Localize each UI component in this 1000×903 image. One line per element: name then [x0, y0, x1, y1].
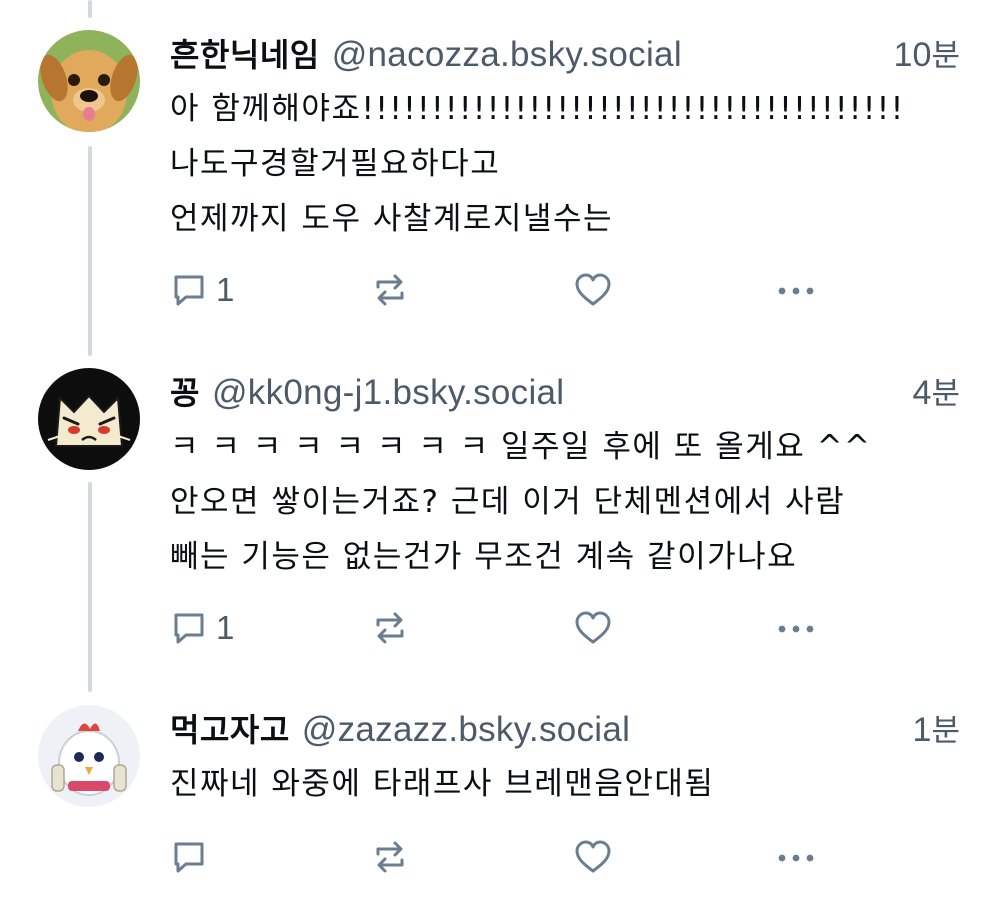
- post-text-line: 빼는 기능은 없는건가 무조건 계속 같이가나요: [170, 539, 798, 575]
- reply-icon: [174, 842, 204, 873]
- repost-button[interactable]: [370, 837, 418, 877]
- post-header: 흔한닉네임 @nacozza.bsky.social 10분: [170, 30, 960, 80]
- post-text-line: 나도구경할거필요하다고: [170, 146, 501, 182]
- puppy-avatar-icon: [38, 30, 140, 132]
- more-options-icon: [778, 287, 814, 295]
- repost-icon: [376, 612, 404, 644]
- post-header: 꽁 @kk0ng-j1.bsky.social 4분: [170, 368, 960, 418]
- heart-icon: [575, 840, 611, 873]
- repost-icon: [376, 841, 404, 873]
- avatar[interactable]: [38, 368, 140, 470]
- reply-count: 1: [216, 271, 235, 308]
- thread: 흔한닉네임 @nacozza.bsky.social 10분 아 함께해야죠!!!…: [0, 0, 1000, 903]
- avatar[interactable]: [38, 705, 140, 807]
- reply-button[interactable]: 1: [170, 270, 234, 310]
- display-name[interactable]: 꽁: [170, 374, 200, 412]
- post-text-line: 언제까지 도우 사찰계로지낼수는: [170, 201, 613, 237]
- post-text-line: 아 함께해야죠!!!!!!!!!!!!!!!!!!!!!!!!!!!!!!!!!…: [170, 91, 905, 127]
- heart-icon: [575, 273, 611, 306]
- reply-icon: [174, 613, 204, 644]
- timestamp-value: 4: [912, 374, 932, 412]
- post-text: 진짜네 와중에 타래프사 브레맨음안대됨: [170, 757, 960, 812]
- timestamp-value: 1: [912, 711, 932, 749]
- display-name[interactable]: 먹고자고: [170, 711, 290, 749]
- heart-icon: [575, 611, 611, 644]
- post-text-line: ㅋ ㅋ ㅋ ㅋ ㅋ ㅋ ㅋ ㅋ 일주일 후에 또 올게요 ^^: [170, 429, 872, 465]
- post-text: ㅋ ㅋ ㅋ ㅋ ㅋ ㅋ ㅋ ㅋ 일주일 후에 또 올게요 ^^ 안오면 쌓이는거…: [170, 420, 960, 585]
- post-item[interactable]: 흔한닉네임 @nacozza.bsky.social 10분 아 함께해야죠!!!…: [0, 30, 1000, 340]
- post-item[interactable]: 먹고자고 @zazazz.bsky.social 1분 진짜네 와중에 타래프사 …: [0, 705, 1000, 895]
- timestamp-unit: 분: [931, 38, 960, 74]
- avatar[interactable]: [38, 30, 140, 132]
- post-actions: [170, 837, 830, 877]
- reply-button[interactable]: 1: [170, 608, 234, 648]
- repost-button[interactable]: [370, 608, 418, 648]
- like-button[interactable]: [573, 837, 621, 877]
- like-button[interactable]: [573, 608, 621, 648]
- more-options-button[interactable]: [776, 270, 816, 310]
- post-actions: 1: [170, 608, 830, 648]
- timestamp-unit: 분: [931, 713, 960, 749]
- thread-line-top: [88, 0, 92, 18]
- handle[interactable]: @kk0ng-j1.bsky.social: [212, 373, 564, 412]
- post-item[interactable]: 꽁 @kk0ng-j1.bsky.social 4분 ㅋ ㅋ ㅋ ㅋ ㅋ ㅋ ㅋ …: [0, 368, 1000, 678]
- reply-icon: [174, 275, 204, 306]
- post-actions: 1: [170, 270, 830, 310]
- repost-icon: [376, 274, 404, 306]
- timestamp[interactable]: 1분: [913, 705, 960, 750]
- like-button[interactable]: [573, 270, 621, 310]
- more-options-button[interactable]: [776, 608, 816, 648]
- more-options-icon: [778, 854, 814, 862]
- post-text-line: 안오면 쌓이는거죠? 근데 이거 단체멘션에서 사람: [170, 484, 846, 520]
- reply-button[interactable]: [170, 837, 216, 877]
- more-options-button[interactable]: [776, 837, 816, 877]
- post-text: 아 함께해야죠!!!!!!!!!!!!!!!!!!!!!!!!!!!!!!!!!…: [170, 82, 960, 247]
- handle[interactable]: @zazazz.bsky.social: [302, 710, 630, 749]
- timestamp[interactable]: 4분: [913, 368, 960, 413]
- timestamp-unit: 분: [931, 376, 960, 412]
- reply-count: 1: [216, 609, 235, 646]
- display-name[interactable]: 흔한닉네임: [170, 36, 320, 74]
- chicken-mascot-avatar-icon: [38, 705, 140, 807]
- timestamp[interactable]: 10분: [894, 30, 960, 75]
- post-header: 먹고자고 @zazazz.bsky.social 1분: [170, 705, 960, 755]
- post-text-line: 진짜네 와중에 타래프사 브레맨음안대됨: [170, 766, 715, 802]
- timestamp-value: 10: [893, 36, 932, 74]
- more-options-icon: [778, 625, 814, 633]
- cartoon-cat-avatar-icon: [38, 368, 140, 470]
- handle[interactable]: @nacozza.bsky.social: [332, 35, 682, 74]
- repost-button[interactable]: [370, 270, 418, 310]
